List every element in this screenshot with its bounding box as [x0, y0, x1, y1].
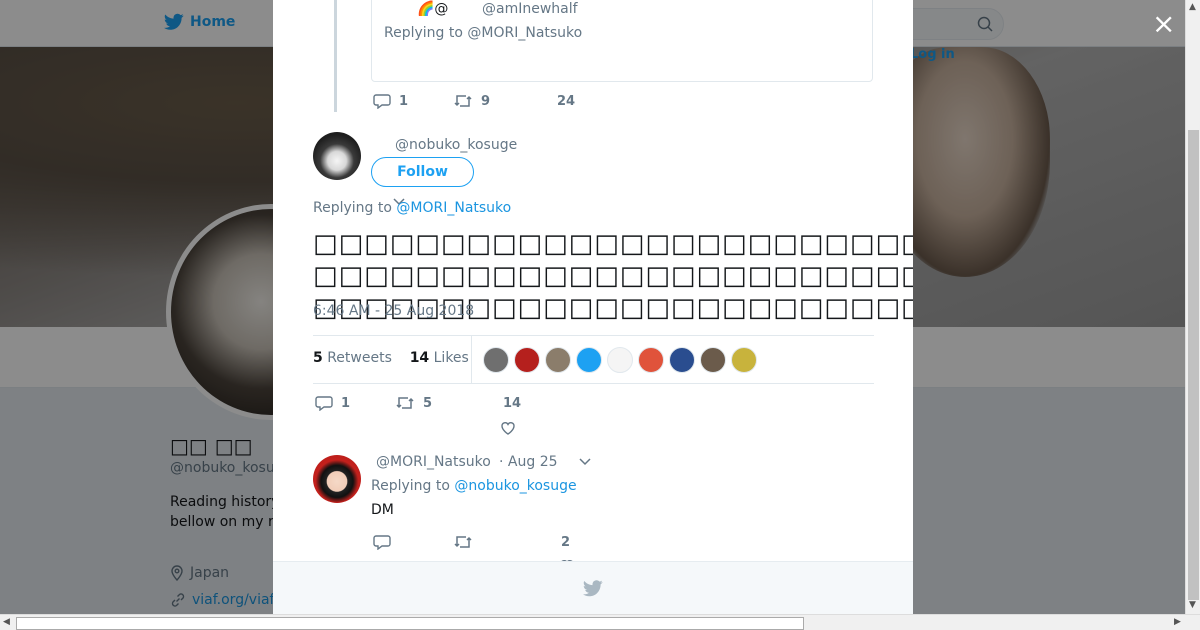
retweet-action[interactable]: 5 — [395, 395, 503, 411]
reply-icon — [373, 535, 391, 550]
replying-prefix: Replying to — [371, 478, 450, 494]
chevron-down-icon[interactable] — [579, 458, 591, 466]
reply-replying-to: Replying to @nobuko_kosuge — [371, 478, 577, 494]
horizontal-scroll-thumb[interactable] — [16, 617, 804, 630]
retweet-count: 9 — [481, 93, 491, 109]
heart-icon[interactable] — [500, 420, 516, 436]
follow-button[interactable]: Follow — [371, 157, 474, 187]
reply-icon — [315, 396, 333, 411]
main-action-bar: 1 5 14 — [315, 395, 521, 411]
liker-avatar[interactable] — [638, 347, 664, 373]
retweets-label[interactable]: Retweets — [327, 350, 392, 366]
author-avatar[interactable] — [313, 132, 361, 180]
tweet-timestamp[interactable]: 6:46 AM - 25 Aug 2018 — [313, 303, 474, 319]
parent-replying-to: Replying to @MORI_Natsuko — [384, 25, 582, 41]
retweet-icon — [454, 536, 472, 548]
liker-avatar[interactable] — [545, 347, 571, 373]
reply-count: 1 — [341, 395, 351, 411]
liker-avatar[interactable] — [514, 347, 540, 373]
liker-avatar[interactable] — [576, 347, 602, 373]
modal-footer — [273, 561, 913, 614]
tweet-permalink-modal: 🌈@ @amInewhalf Replying to @MORI_Natsuko… — [273, 0, 913, 614]
scroll-down-arrow[interactable]: ▼ — [1189, 600, 1196, 610]
author-handle[interactable]: @nobuko_kosuge — [395, 137, 517, 153]
scroll-left-arrow[interactable]: ◀ — [3, 617, 10, 627]
stats-counts: 5 Retweets 14 Likes — [313, 350, 469, 366]
like-count: 14 — [503, 395, 522, 411]
like-count: 24 — [557, 93, 576, 109]
horizontal-scrollbar[interactable]: ◀ ▶ — [0, 614, 1200, 630]
parent-action-bar: 1 9 24 — [373, 93, 575, 109]
likes-label[interactable]: Likes — [434, 350, 469, 366]
retweet-action[interactable]: 9 — [453, 93, 557, 109]
liker-avatar[interactable] — [700, 347, 726, 373]
vertical-scroll-thumb[interactable] — [1188, 130, 1199, 600]
like-count: 2 — [561, 534, 571, 550]
reply-action-bar: 2 — [373, 534, 570, 550]
retweet-count: 5 — [423, 395, 433, 411]
like-action[interactable]: 14 — [503, 396, 521, 411]
liker-avatar[interactable] — [669, 347, 695, 373]
reply-author-avatar[interactable] — [313, 455, 361, 503]
replying-prefix: Replying to — [384, 25, 463, 41]
likers-avatars — [483, 347, 757, 373]
retweets-count[interactable]: 5 — [313, 350, 323, 366]
like-action[interactable]: 24 — [557, 94, 575, 109]
scroll-up-arrow[interactable]: ▲ — [1189, 2, 1196, 12]
retweet-action[interactable] — [453, 534, 561, 550]
reply-icon — [373, 94, 391, 109]
retweet-icon — [396, 397, 414, 409]
liker-avatar[interactable] — [731, 347, 757, 373]
like-action[interactable]: 2 — [561, 535, 570, 550]
replying-to-user[interactable]: @MORI_Natsuko — [396, 200, 511, 216]
retweet-icon — [454, 95, 472, 107]
replying-prefix: Replying to — [313, 200, 392, 216]
reply-action[interactable] — [373, 534, 453, 550]
replying-to-user[interactable]: @nobuko_kosuge — [454, 478, 576, 494]
thread-line — [334, 0, 337, 112]
stats-divider — [471, 336, 472, 383]
reply-action[interactable]: 1 — [315, 395, 395, 411]
liker-avatar[interactable] — [607, 347, 633, 373]
scroll-right-arrow[interactable]: ▶ — [1174, 617, 1181, 627]
parent-display-name: 🌈@ — [417, 1, 449, 17]
liker-avatar[interactable] — [483, 347, 509, 373]
twitter-bird-icon — [583, 580, 603, 597]
vertical-scrollbar[interactable]: ▲ ▼ — [1185, 0, 1200, 614]
parent-handle[interactable]: @amInewhalf — [482, 1, 578, 17]
parent-tweet[interactable]: 🌈@ @amInewhalf Replying to @MORI_Natsuko — [371, 0, 873, 82]
reply-text: DM — [371, 502, 394, 518]
main-replying-to: Replying to @MORI_Natsuko — [313, 200, 511, 216]
reply-date[interactable]: · Aug 25 — [499, 454, 558, 470]
close-button[interactable]: × — [1152, 10, 1175, 38]
likes-count[interactable]: 14 — [410, 350, 429, 366]
reply-count: 1 — [399, 93, 409, 109]
reply-action[interactable]: 1 — [373, 93, 453, 109]
replying-to-user[interactable]: @MORI_Natsuko — [467, 25, 582, 41]
reply-author-handle[interactable]: @MORI_Natsuko — [376, 454, 491, 470]
tweet-stats: 5 Retweets 14 Likes — [313, 335, 874, 384]
